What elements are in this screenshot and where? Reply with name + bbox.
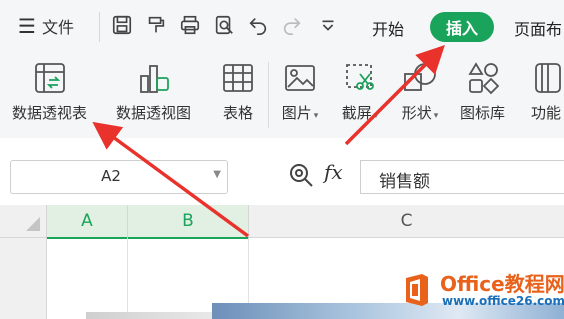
icon-library-icon xyxy=(463,58,503,98)
row-headers[interactable] xyxy=(0,238,47,319)
formula-content: 销售额 xyxy=(379,172,430,192)
divider xyxy=(99,12,100,42)
grid-line xyxy=(127,238,128,319)
watermark-url: www.office26.com xyxy=(442,294,564,308)
print-icon[interactable] xyxy=(178,13,202,37)
function-icon xyxy=(526,58,564,98)
table-label: 表格 xyxy=(222,104,253,122)
office-logo xyxy=(406,274,428,306)
pivot-chart-button[interactable]: 数据透视图 xyxy=(116,58,191,123)
picture-button[interactable]: 图片 ▾ xyxy=(280,58,320,123)
print-preview-icon[interactable] xyxy=(212,13,236,37)
pivot-table-button[interactable]: 数据透视表 xyxy=(12,58,87,123)
column-header-c[interactable]: C xyxy=(249,205,564,238)
file-menu-label: 文件 xyxy=(41,18,74,37)
tab-home[interactable]: 开始 xyxy=(372,16,404,40)
pivot-table-label: 数据透视表 xyxy=(12,104,88,122)
watermark: Office教程网 www.office26.com xyxy=(398,268,564,314)
screenshot-label-row: 截屏 ▾ xyxy=(342,102,379,123)
tab-page-layout[interactable]: 页面布 xyxy=(514,16,562,40)
chevron-down-icon: ▾ xyxy=(433,111,439,121)
background-photo-strip xyxy=(86,312,212,319)
screenshot-icon xyxy=(340,58,380,98)
picture-label-row: 图片 ▾ xyxy=(282,102,319,123)
menu-bar: ☰ 文件 开始 插入 页面布 xyxy=(0,0,564,52)
chevron-down-icon: ▾ xyxy=(373,111,379,121)
shapes-button[interactable]: 形状 ▾ xyxy=(400,58,440,123)
shapes-label-row: 形状 ▾ xyxy=(402,102,439,123)
undo-icon[interactable] xyxy=(246,13,270,37)
chevron-down-icon: ▾ xyxy=(313,111,319,121)
table-button[interactable]: 表格 xyxy=(218,58,258,123)
shapes-icon xyxy=(400,58,440,98)
screenshot-button[interactable]: 截屏 ▾ xyxy=(340,58,380,123)
fx-icon[interactable]: fx xyxy=(324,160,343,184)
save-icon[interactable] xyxy=(110,13,134,37)
name-box-value: A2 xyxy=(101,167,121,185)
hamburger-icon: ☰ xyxy=(18,14,36,38)
select-all-corner[interactable] xyxy=(0,205,47,238)
formula-input[interactable]: 销售额 xyxy=(360,160,564,194)
more-dropdown-icon[interactable] xyxy=(316,13,340,37)
select-all-icon xyxy=(26,217,40,231)
column-header-a[interactable]: A xyxy=(47,205,128,239)
icon-library-label: 图标库 xyxy=(460,104,506,122)
table-icon xyxy=(218,58,258,98)
picture-label: 图片 xyxy=(281,104,312,122)
pivot-chart-icon xyxy=(134,58,174,98)
format-painter-icon[interactable] xyxy=(144,13,168,37)
redo-icon[interactable] xyxy=(280,13,304,37)
picture-icon xyxy=(280,58,320,98)
pivot-table-icon xyxy=(30,58,70,98)
name-box[interactable]: A2 ▼ xyxy=(10,160,228,194)
function-button[interactable]: 功能 xyxy=(526,58,564,123)
column-header-b[interactable]: B xyxy=(128,205,249,239)
tab-insert[interactable]: 插入 xyxy=(430,12,494,42)
ribbon-divider xyxy=(268,62,269,128)
chevron-down-icon[interactable]: ▼ xyxy=(213,169,221,180)
icon-library-button[interactable]: 图标库 xyxy=(460,58,505,123)
tab-insert-label: 插入 xyxy=(445,19,478,38)
pivot-chart-label: 数据透视图 xyxy=(116,104,192,122)
file-menu-button[interactable]: ☰ 文件 xyxy=(18,14,74,38)
screenshot-label: 截屏 xyxy=(341,104,372,122)
ribbon-toolbar: ☰ 文件 开始 插入 页面布 数据透视表 数据透视图 表格 图片 ▾ 截屏 ▾ … xyxy=(0,0,564,138)
shapes-label: 形状 xyxy=(401,104,432,122)
function-label: 功能 xyxy=(530,104,561,122)
zoom-search-icon[interactable] xyxy=(288,162,314,188)
watermark-title: Office教程网 xyxy=(440,272,564,296)
